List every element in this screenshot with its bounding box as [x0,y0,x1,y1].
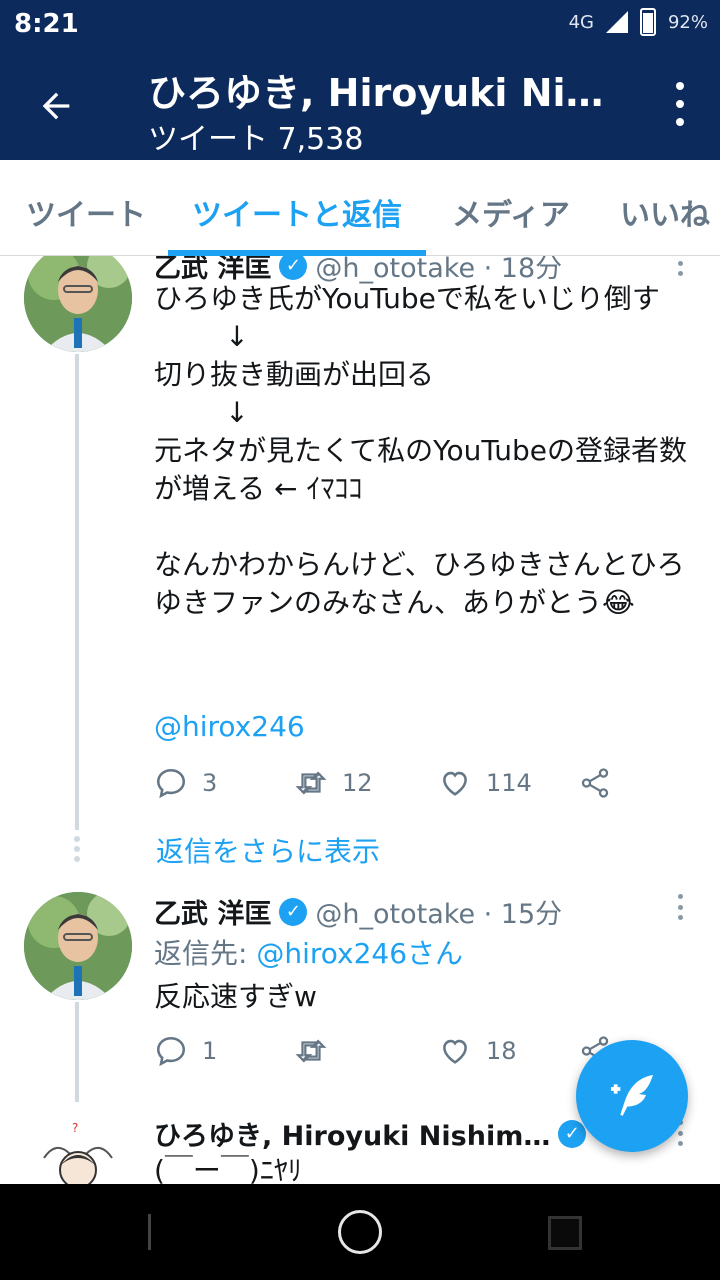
verified-badge-icon: ✓ [279,256,308,280]
retweet-icon [295,771,327,795]
reply-button[interactable]: 1 [154,1034,217,1068]
reply-count: 3 [202,769,218,797]
author-name[interactable]: ひろゆき, Hiroyuki Nishim… [154,1114,550,1153]
menu-dot-icon [676,82,684,90]
retweet-button[interactable]: 12 [294,766,373,800]
menu-dot-icon [677,1141,683,1146]
tab-tweets-and-replies[interactable]: ツイートと返信 [192,190,402,234]
tab-media[interactable]: メディア [452,190,570,234]
profile-tabs: ツイート ツイートと返信 メディア いいね [0,160,720,256]
retweet-count: 12 [342,769,373,797]
profile-name-title: ひろゆき, Hiroyuki Nis… [148,71,608,115]
tweet-count: ツイート 7,538 [148,122,364,157]
menu-dot-icon [677,1130,683,1136]
tweet-text: ひろゆき氏がYouTubeで私をいじり倒す ↓ 切り抜き動画が出回る ↓ 元ネタ… [154,282,688,619]
status-icons: 4G 92% [569,8,708,36]
tab-tweets[interactable]: ツイート [26,190,146,234]
tab-likes[interactable]: いいね [620,190,710,234]
tweet-text: 反応速すぎw [154,980,317,1013]
like-button[interactable]: 18 [438,1034,517,1068]
avatar-illustration-icon: ? [36,1118,120,1184]
reply-button[interactable]: 3 [154,766,217,800]
reply-to-label: 返信先: [154,937,248,970]
reply-count: 1 [202,1037,218,1065]
reply-to-user-link[interactable]: @hirox246さん [256,937,463,970]
tweet-more-button[interactable] [676,894,684,920]
avatar[interactable] [24,256,132,352]
verified-badge-icon: ✓ [558,1119,587,1148]
battery-icon [639,8,656,36]
author-handle: @h_ototake · 15分 [315,899,563,930]
share-button[interactable] [578,766,612,800]
nav-home-button[interactable] [338,1210,382,1254]
thread-line [75,1002,79,1102]
tweet-actions: 3 12 114 [154,766,634,806]
status-bar: 8:21 4G 92% [0,0,720,48]
app-bar: ひろゆき, Hiroyuki Nis… ツイート 7,538 [0,48,720,160]
avatar[interactable]: ? [36,1118,120,1184]
mention-link[interactable]: @hirox246 [154,708,700,746]
tweet-actions: 1 18 [154,1034,634,1074]
battery-level: 92% [667,11,708,33]
tweet-header: 乙武 洋匡 ✓ @h_ototake · 15分 [154,892,562,931]
heart-icon [443,771,467,796]
tweet-header: ひろゆき, Hiroyuki Nishim… ✓ [154,1114,587,1153]
menu-dot-icon [677,915,683,920]
signal-icon [605,11,628,33]
retweet-button[interactable] [294,1034,342,1068]
network-label: 4G [568,11,594,33]
avatar-photo-icon [24,256,132,352]
nav-back-button[interactable] [148,1214,172,1250]
avatar[interactable] [24,892,132,1000]
tweet-more-button[interactable] [676,256,684,276]
tweet-text: (￣ー￣)ﾆﾔﾘ [154,1154,302,1184]
thread-line [75,354,79,830]
reply-icon [156,1036,186,1067]
reply-to-line: 返信先: @hirox246さん [154,932,463,972]
nav-recents-button[interactable] [548,1216,582,1250]
overflow-menu-button[interactable] [670,82,690,126]
menu-dot-icon [677,894,683,899]
like-button[interactable]: 114 [438,766,532,800]
menu-dot-icon [677,904,683,910]
retweet-icon [295,1039,327,1063]
menu-dot-icon [677,260,683,266]
verified-badge-icon: ✓ [279,897,308,926]
avatar-photo-icon [24,892,132,1000]
thread-gap-dots [74,836,80,866]
share-icon [581,768,609,798]
menu-dot-icon [676,100,684,108]
menu-dot-icon [676,118,684,126]
like-count: 114 [486,769,532,797]
like-count: 18 [486,1037,517,1065]
status-time: 8:21 [14,9,79,39]
back-arrow-icon [42,92,70,120]
back-button[interactable] [28,78,84,134]
author-name[interactable]: 乙武 洋匡 [154,892,271,931]
reply-icon [156,768,186,799]
compose-feather-icon [611,1075,653,1116]
svg-text:?: ? [72,1121,78,1135]
show-more-replies-link[interactable]: 返信をさらに表示 [156,830,380,870]
heart-icon [443,1039,467,1064]
menu-dot-icon [677,271,683,276]
compose-tweet-button[interactable] [576,1040,688,1152]
system-nav-bar [0,1184,720,1280]
